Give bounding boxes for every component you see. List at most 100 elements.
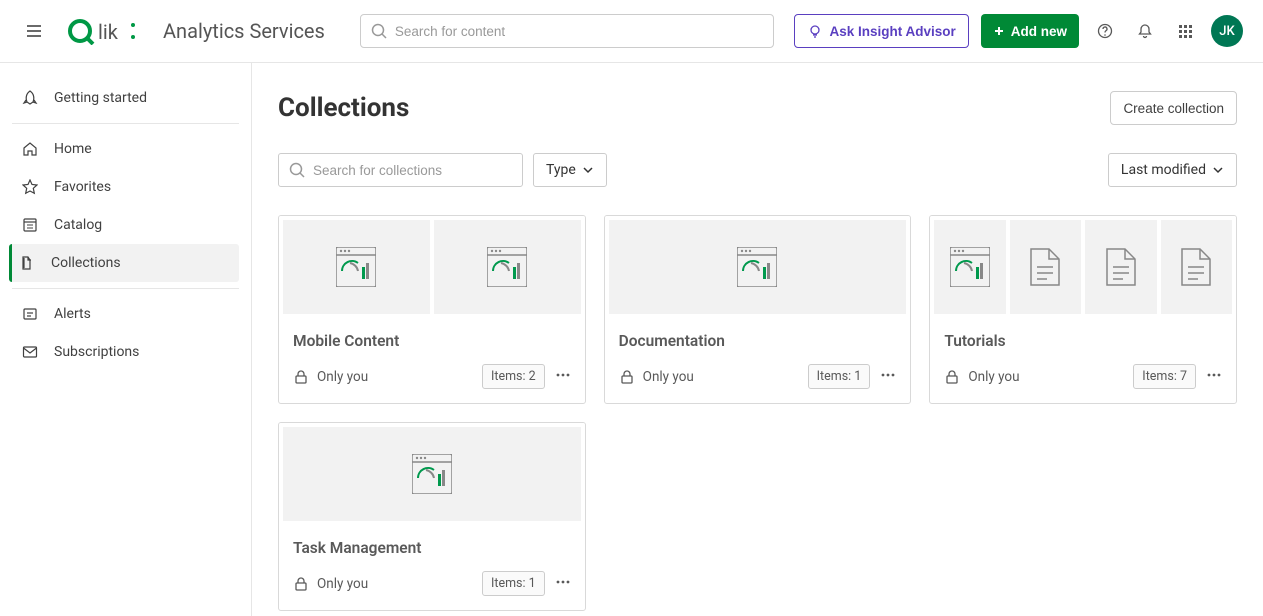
lock-icon bbox=[293, 369, 309, 385]
hamburger-menu-icon[interactable] bbox=[20, 17, 48, 45]
visibility-label: Only you bbox=[643, 369, 694, 385]
sidebar-item-getting-started[interactable]: Getting started bbox=[12, 79, 239, 117]
collection-thumb bbox=[434, 220, 581, 314]
doc-thumb-icon bbox=[1101, 247, 1141, 287]
type-filter-dropdown[interactable]: Type bbox=[533, 153, 607, 187]
app-thumb-icon bbox=[336, 247, 376, 287]
sidebar-item-label: Favorites bbox=[54, 179, 111, 195]
lock-icon bbox=[293, 576, 309, 592]
global-search[interactable] bbox=[360, 14, 775, 48]
catalog-icon bbox=[22, 217, 38, 233]
create-collection-button[interactable]: Create collection bbox=[1110, 91, 1237, 125]
card-preview bbox=[930, 216, 1236, 318]
more-icon bbox=[1206, 367, 1222, 383]
rocket-icon bbox=[22, 90, 38, 106]
card-body: Tutorials bbox=[930, 318, 1236, 354]
sidebar-item-label: Collections bbox=[51, 255, 121, 271]
sidebar-item-home[interactable]: Home bbox=[12, 130, 239, 168]
avatar[interactable]: JK bbox=[1211, 15, 1243, 47]
sidebar-item-favorites[interactable]: Favorites bbox=[12, 168, 239, 206]
page-title: Collections bbox=[278, 93, 409, 123]
lock-icon bbox=[619, 369, 635, 385]
card-more-menu[interactable] bbox=[880, 367, 896, 387]
card-body: Documentation bbox=[605, 318, 911, 354]
sidebar-item-collections[interactable]: Collections bbox=[9, 244, 239, 282]
app-thumb-icon bbox=[737, 247, 777, 287]
sidebar-item-alerts[interactable]: Alerts bbox=[12, 295, 239, 333]
card-footer: Only you Items: 1 bbox=[279, 561, 585, 610]
sidebar-item-label: Home bbox=[54, 141, 92, 157]
collection-card[interactable]: Task Management Only you Items: 1 bbox=[278, 422, 586, 611]
card-more-menu[interactable] bbox=[1206, 367, 1222, 387]
sidebar-item-label: Alerts bbox=[54, 306, 91, 322]
collections-icon bbox=[19, 255, 35, 271]
app-launcher-icon[interactable] bbox=[1171, 17, 1199, 45]
sidebar-divider bbox=[12, 288, 239, 289]
collection-thumb bbox=[283, 220, 430, 314]
ask-insight-advisor-button[interactable]: Ask Insight Advisor bbox=[794, 14, 968, 48]
collection-title: Mobile Content bbox=[293, 332, 571, 350]
sidebar-item-label: Getting started bbox=[54, 90, 147, 106]
collections-search[interactable] bbox=[278, 153, 523, 187]
home-icon bbox=[22, 141, 38, 157]
add-new-button[interactable]: Add new bbox=[981, 14, 1079, 48]
add-new-label: Add new bbox=[1011, 24, 1067, 39]
top-actions: Ask Insight Advisor Add new JK bbox=[794, 14, 1243, 48]
sidebar-item-subscriptions[interactable]: Subscriptions bbox=[12, 333, 239, 371]
card-footer: Only you Items: 2 bbox=[279, 354, 585, 403]
card-preview bbox=[279, 423, 585, 525]
sort-label: Last modified bbox=[1121, 162, 1206, 178]
collection-thumb bbox=[609, 220, 907, 314]
lock-icon bbox=[944, 369, 960, 385]
visibility-label: Only you bbox=[317, 369, 368, 385]
more-icon bbox=[555, 367, 571, 383]
collection-card[interactable]: Mobile Content Only you Items: 2 bbox=[278, 215, 586, 404]
card-footer: Only you Items: 1 bbox=[605, 354, 911, 403]
sidebar-item-catalog[interactable]: Catalog bbox=[12, 206, 239, 244]
collections-grid: Mobile Content Only you Items: 2 Documen… bbox=[278, 215, 1237, 611]
collection-title: Task Management bbox=[293, 539, 571, 557]
items-count-badge: Items: 1 bbox=[482, 571, 545, 596]
more-icon bbox=[555, 574, 571, 590]
visibility-indicator: Only you bbox=[619, 369, 694, 385]
svg-text:lik: lik bbox=[98, 20, 119, 44]
collection-thumb bbox=[283, 427, 581, 521]
items-count-badge: Items: 7 bbox=[1133, 364, 1196, 389]
card-footer: Only you Items: 7 bbox=[930, 354, 1236, 403]
global-search-input[interactable] bbox=[395, 24, 764, 39]
card-more-menu[interactable] bbox=[555, 367, 571, 387]
doc-thumb-icon bbox=[1176, 247, 1216, 287]
collection-card[interactable]: Tutorials Only you Items: 7 bbox=[929, 215, 1237, 404]
collections-search-input[interactable] bbox=[313, 163, 512, 178]
collection-card[interactable]: Documentation Only you Items: 1 bbox=[604, 215, 912, 404]
visibility-indicator: Only you bbox=[944, 369, 1019, 385]
lightbulb-icon bbox=[807, 23, 823, 39]
mail-icon bbox=[22, 344, 38, 360]
search-icon bbox=[371, 23, 387, 39]
chevron-down-icon bbox=[1212, 164, 1224, 176]
visibility-indicator: Only you bbox=[293, 576, 368, 592]
notifications-icon[interactable] bbox=[1131, 17, 1159, 45]
help-icon[interactable] bbox=[1091, 17, 1119, 45]
topbar: lik Analytics Services Ask Insight Advis… bbox=[0, 0, 1263, 63]
visibility-label: Only you bbox=[968, 369, 1019, 385]
collection-thumb bbox=[1085, 220, 1156, 314]
global-search-wrap bbox=[360, 14, 775, 48]
plus-icon bbox=[993, 25, 1005, 37]
star-icon bbox=[22, 179, 38, 195]
sort-dropdown[interactable]: Last modified bbox=[1108, 153, 1237, 187]
visibility-label: Only you bbox=[317, 576, 368, 592]
collection-thumb bbox=[1161, 220, 1232, 314]
more-icon bbox=[880, 367, 896, 383]
doc-thumb-icon bbox=[1025, 247, 1065, 287]
qlik-logo-icon: lik bbox=[68, 17, 138, 45]
collection-thumb bbox=[934, 220, 1005, 314]
app-thumb-icon bbox=[412, 454, 452, 494]
app-thumb-icon bbox=[487, 247, 527, 287]
app-thumb-icon bbox=[950, 247, 990, 287]
chevron-down-icon bbox=[582, 164, 594, 176]
sidebar-divider bbox=[12, 123, 239, 124]
items-count-badge: Items: 2 bbox=[482, 364, 545, 389]
alerts-icon bbox=[22, 306, 38, 322]
card-more-menu[interactable] bbox=[555, 574, 571, 594]
